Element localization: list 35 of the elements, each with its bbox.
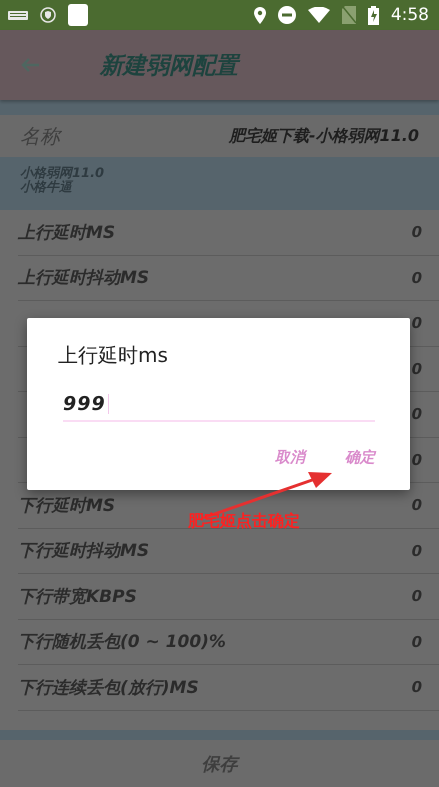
setting-value: 0 [412, 678, 422, 696]
setting-value: 0 [412, 632, 422, 651]
setting-value: 0 [412, 314, 422, 332]
setting-label: 下行连续丢包(放行)MS [18, 676, 200, 699]
setting-value: 0 [412, 496, 422, 514]
shield-icon [40, 7, 56, 23]
name-value[interactable]: 肥宅姬下载-小格弱网11.0 [228, 126, 419, 146]
clock-time: 4:58 [390, 5, 429, 25]
setting-label: 下行随机丢包(0 ~ 100)% [18, 631, 227, 654]
do-not-disturb-icon [278, 6, 296, 24]
confirm-button[interactable]: 确定 [345, 448, 375, 467]
setting-value: 0 [412, 405, 422, 424]
annotation-text: 肥宅姬点击确定 [188, 511, 300, 532]
setting-value: 0 [412, 542, 422, 560]
location-icon [254, 6, 266, 24]
setting-label: 上行延时MS [18, 222, 116, 244]
screen-title: 新建弱网配置 [100, 50, 238, 80]
setting-value: 0 [412, 268, 422, 287]
keyboard-icon [8, 10, 28, 20]
setting-label: 下行带宽KBPS [18, 586, 138, 608]
back-arrow-icon[interactable] [20, 57, 40, 73]
input-field[interactable]: 999 [63, 387, 375, 422]
no-sim-icon [342, 6, 356, 24]
notification-icon [68, 4, 88, 26]
cancel-button[interactable]: 取消 [275, 448, 305, 467]
setting-value: 0 [412, 223, 422, 242]
setting-label: 上行延时抖动MS [18, 267, 150, 290]
dialog-title: 上行延时ms [58, 342, 168, 369]
setting-label: 下行延时MS [18, 494, 116, 517]
setting-value: 0 [412, 360, 422, 378]
wifi-icon [308, 7, 330, 23]
battery-charging-icon [368, 6, 379, 24]
setting-value: 0 [412, 587, 422, 606]
setting-label: 下行延时抖动MS [18, 540, 150, 562]
setting-value: 0 [412, 450, 422, 469]
